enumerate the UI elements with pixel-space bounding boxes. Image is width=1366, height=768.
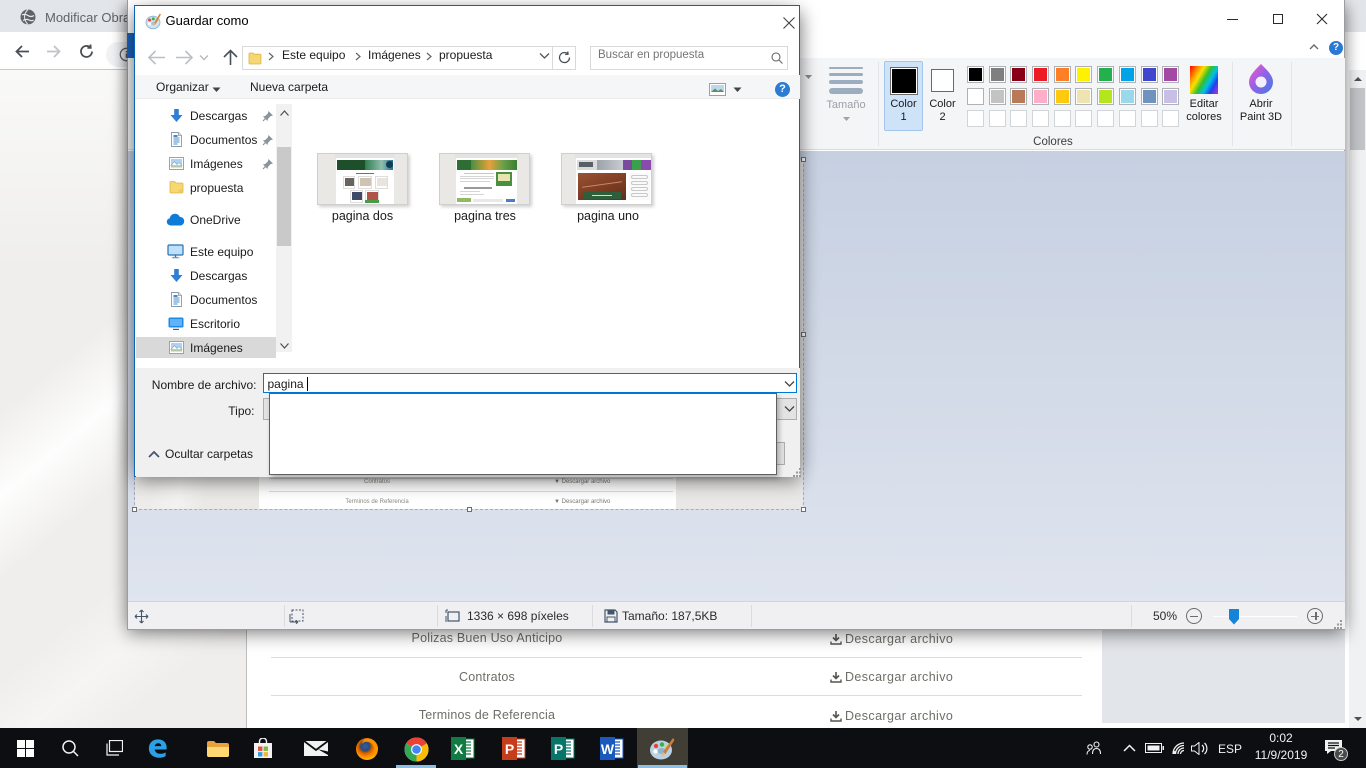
svg-text:P: P	[554, 741, 563, 757]
svg-text:X: X	[454, 741, 464, 757]
svg-text:P: P	[505, 741, 514, 757]
svg-text:W: W	[601, 741, 615, 757]
